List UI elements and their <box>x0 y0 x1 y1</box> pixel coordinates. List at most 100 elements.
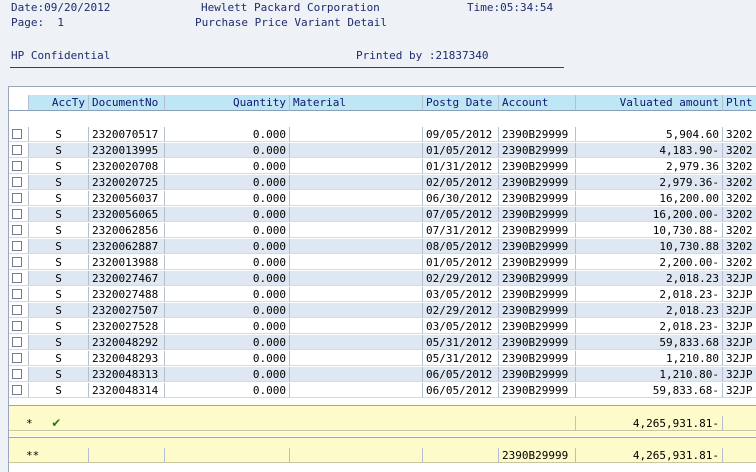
cell-plnt: 3202 <box>723 191 756 206</box>
column-header-account[interactable]: Account <box>499 95 576 111</box>
row-select-cell <box>9 335 29 350</box>
table-row[interactable]: S 2320027467 0.000 02/29/2012 2390B29999 2,01… <box>9 271 756 287</box>
report-grid[interactable]: AccTy DocumentNo Quantity Material Postg… <box>8 86 756 472</box>
cell-account: 2390B29999 <box>499 335 576 350</box>
cell-valuated-amount: 10,730.88- <box>576 223 723 238</box>
column-header-accty[interactable]: AccTy <box>29 95 89 111</box>
row-checkbox[interactable] <box>12 177 22 187</box>
cell-valuated-amount: 2,018.23- <box>576 319 723 334</box>
row-select-cell <box>9 319 29 334</box>
row-checkbox[interactable] <box>12 161 22 171</box>
row-checkbox[interactable] <box>12 241 22 251</box>
cell-material <box>290 223 423 238</box>
row-checkbox[interactable] <box>12 145 22 155</box>
table-row[interactable]: S 2320062887 0.000 08/05/2012 2390B29999 10,7… <box>9 239 756 255</box>
column-header-valuated-amount[interactable]: Valuated amount <box>576 95 723 111</box>
row-checkbox[interactable] <box>12 273 22 283</box>
cell-documentno: 2320020725 <box>89 175 165 190</box>
cell-account: 2390B29999 <box>499 287 576 302</box>
cell-accty: S <box>29 351 89 366</box>
cell-material <box>290 303 423 318</box>
table-row[interactable]: S 2320020708 0.000 01/31/2012 2390B29999 2,97… <box>9 159 756 175</box>
row-checkbox[interactable] <box>12 321 22 331</box>
row-select-cell <box>9 127 29 142</box>
table-row[interactable]: S 2320013988 0.000 01/05/2012 2390B29999 2,20… <box>9 255 756 271</box>
row-checkbox[interactable] <box>12 369 22 379</box>
cell-accty: S <box>29 271 89 286</box>
row-checkbox[interactable] <box>12 193 22 203</box>
row-select-cell <box>9 271 29 286</box>
row-checkbox[interactable] <box>12 337 22 347</box>
cell-material <box>290 255 423 270</box>
table-row[interactable]: S 2320062856 0.000 07/31/2012 2390B29999 10,7… <box>9 223 756 239</box>
cell-documentno: 2320020708 <box>89 159 165 174</box>
cell-account: 2390B29999 <box>499 271 576 286</box>
table-row[interactable]: S 2320027528 0.000 03/05/2012 2390B29999 2,01… <box>9 319 756 335</box>
row-select-cell <box>9 255 29 270</box>
cell-postg-date: 03/05/2012 <box>423 287 499 302</box>
table-row[interactable]: S 2320048292 0.000 05/31/2012 2390B29999 59,8… <box>9 335 756 351</box>
row-select-cell <box>9 143 29 158</box>
report-page: Page: 1 <box>11 16 64 29</box>
cell-documentno: 2320027467 <box>89 271 165 286</box>
row-select-cell <box>9 239 29 254</box>
row-checkbox[interactable] <box>12 129 22 139</box>
cell-material <box>290 143 423 158</box>
table-row[interactable]: S 2320048314 0.000 06/05/2012 2390B29999 59,8… <box>9 383 756 399</box>
table-row[interactable]: S 2320020725 0.000 02/05/2012 2390B29999 2,97… <box>9 175 756 191</box>
cell-accty: S <box>29 175 89 190</box>
table-row[interactable]: S 2320048313 0.000 06/05/2012 2390B29999 1,21… <box>9 367 756 383</box>
column-header-postg-date[interactable]: Postg Date <box>423 95 499 111</box>
cell-valuated-amount: 1,210.80- <box>576 367 723 382</box>
cell-postg-date: 09/05/2012 <box>423 127 499 142</box>
row-select-cell <box>9 207 29 222</box>
cell-accty: S <box>29 319 89 334</box>
select-all-column[interactable] <box>9 95 29 111</box>
cell-material <box>290 351 423 366</box>
row-select-cell <box>9 287 29 302</box>
row-checkbox[interactable] <box>12 353 22 363</box>
checkmark-icon: ✔ <box>51 416 62 430</box>
cell-accty: S <box>29 239 89 254</box>
table-row[interactable]: S 2320013995 0.000 01/05/2012 2390B29999 4,18… <box>9 143 756 159</box>
row-checkbox[interactable] <box>12 289 22 299</box>
cell-plnt: 32JP <box>723 367 756 382</box>
cell-postg-date: 06/05/2012 <box>423 383 499 398</box>
table-row[interactable]: S 2320027488 0.000 03/05/2012 2390B29999 2,01… <box>9 287 756 303</box>
table-row[interactable]: S 2320056065 0.000 07/05/2012 2390B29999 16,2… <box>9 207 756 223</box>
column-header-quantity[interactable]: Quantity <box>165 95 290 111</box>
cell-valuated-amount: 59,833.68- <box>576 383 723 398</box>
column-header-plnt[interactable]: Plnt <box>723 95 756 111</box>
total-plnt-cell <box>723 448 756 463</box>
column-header-material[interactable]: Material <box>290 95 423 111</box>
cell-accty: S <box>29 159 89 174</box>
cell-material <box>290 127 423 142</box>
cell-account: 2390B29999 <box>499 159 576 174</box>
row-select-cell <box>9 175 29 190</box>
table-row[interactable]: S 2320048293 0.000 05/31/2012 2390B29999 1,21… <box>9 351 756 367</box>
cell-quantity: 0.000 <box>165 143 290 158</box>
row-select-cell <box>9 367 29 382</box>
row-checkbox[interactable] <box>12 257 22 267</box>
row-checkbox[interactable] <box>12 225 22 235</box>
cell-postg-date: 01/05/2012 <box>423 255 499 270</box>
cell-accty: S <box>29 335 89 350</box>
cell-account: 2390B29999 <box>499 303 576 318</box>
cell-account: 2390B29999 <box>499 239 576 254</box>
cell-plnt: 3202 <box>723 223 756 238</box>
row-checkbox[interactable] <box>12 209 22 219</box>
subtotal-row: * ✔ 4,265,931.81- <box>9 416 756 432</box>
row-checkbox[interactable] <box>12 385 22 395</box>
column-header-documentno[interactable]: DocumentNo <box>89 95 165 111</box>
total-row: ** 2390B29999 4,265,931.81- <box>9 448 756 464</box>
cell-accty: S <box>29 303 89 318</box>
cell-account: 2390B29999 <box>499 191 576 206</box>
total-marker-cell: ** <box>9 448 89 463</box>
table-row[interactable]: S 2320056037 0.000 06/30/2012 2390B29999 16,2… <box>9 191 756 207</box>
row-checkbox[interactable] <box>12 305 22 315</box>
table-row[interactable]: S 2320070517 0.000 09/05/2012 2390B29999 5,90… <box>9 127 756 143</box>
cell-account: 2390B29999 <box>499 175 576 190</box>
table-row[interactable]: S 2320027507 0.000 02/29/2012 2390B29999 2,01… <box>9 303 756 319</box>
cell-quantity: 0.000 <box>165 383 290 398</box>
cell-quantity: 0.000 <box>165 191 290 206</box>
